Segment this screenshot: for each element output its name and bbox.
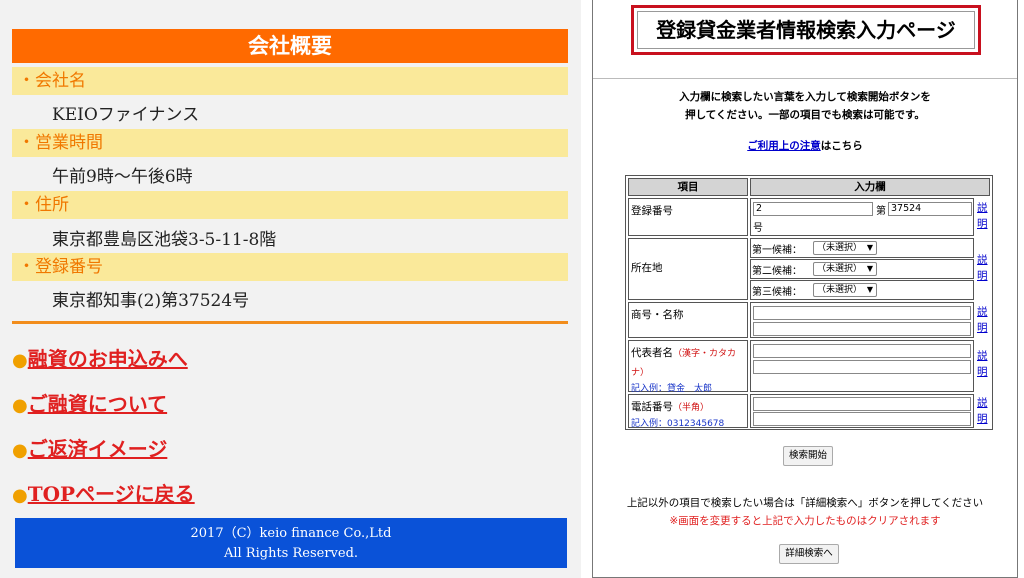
- address-choice-2-cell: 第二候補： （未選択） ▼: [750, 259, 974, 279]
- business-hours-label: ・営業時間: [12, 129, 568, 157]
- trade-explain-link[interactable]: 説明: [977, 304, 991, 336]
- reg-number-input-1[interactable]: 2: [753, 202, 873, 216]
- phone-input-2[interactable]: [753, 412, 971, 426]
- detail-search-note: 上記以外の項目で検索したい場合は「詳細検索へ」ボタンを押してください: [626, 497, 984, 509]
- reg-go-text: 号: [753, 223, 763, 234]
- page-title-frame: 登録貸金業者情報検索入力ページ: [631, 5, 981, 55]
- search-form-table: 項目 入力欄 登録番号 2 第 37524 号 説明 所在地 第一候補： （未選…: [625, 175, 993, 430]
- divider: [12, 321, 568, 324]
- phone-hint: （半角）: [673, 403, 710, 413]
- address-choice-1-cell: 第一候補： （未選択） ▼: [750, 238, 974, 258]
- representative-explain-link[interactable]: 説明: [977, 348, 991, 380]
- reg-dai-text: 第: [876, 206, 886, 217]
- chevron-down-icon: ▼: [866, 243, 873, 252]
- address-field-label: 所在地: [628, 238, 748, 300]
- address-value: 東京都豊島区池袋3-5-11-8階: [52, 230, 277, 250]
- lender-search-panel: 登録貸金業者情報検索入力ページ 入力欄に検索したい言葉を入力して検索開始ボタンを…: [592, 0, 1018, 578]
- search-instructions: 入力欄に検索したい言葉を入力して検索開始ボタンを 押してください。一部の項目でも…: [679, 91, 931, 121]
- loan-application-link[interactable]: ●融資のお申込みへ: [12, 343, 188, 372]
- address-choice-2-select[interactable]: （未選択） ▼: [813, 262, 877, 276]
- trade-name-input-2[interactable]: [753, 322, 971, 336]
- copyright-line: 2017（C）keio finance Co.,Ltd: [190, 526, 392, 541]
- business-hours-value: 午前9時〜午後6時: [52, 167, 193, 187]
- trade-name-label: 商号・名称: [628, 302, 748, 338]
- about-loan-link[interactable]: ●ご融資について: [12, 388, 167, 417]
- representative-label: 代表者名（漢字・カタカナ） 記入例：貸金 太郎: [628, 340, 748, 394]
- phone-input-1[interactable]: [753, 397, 971, 411]
- page-title: 登録貸金業者情報検索入力ページ: [637, 11, 975, 49]
- header-input: 入力欄: [750, 178, 990, 196]
- reg-number-cell: 2 第 37524 号: [750, 198, 974, 236]
- repayment-image-link[interactable]: ●ご返済イメージ: [12, 433, 167, 462]
- usage-notice: ご利用上の注意はこちら: [747, 140, 863, 152]
- address-explain-link[interactable]: 説明: [977, 252, 991, 284]
- bullet-icon: ●: [12, 485, 28, 506]
- company-overview-title: 会社概要: [12, 29, 568, 63]
- representative-input-1[interactable]: [753, 344, 971, 358]
- header-item: 項目: [628, 178, 748, 196]
- representative-input-2[interactable]: [753, 360, 971, 374]
- registration-number-label: ・登録番号: [12, 253, 568, 281]
- address-choice-3-cell: 第三候補： （未選択） ▼: [750, 280, 974, 300]
- phone-label: 電話番号（半角） 記入例：0312345678: [628, 394, 748, 429]
- reg-number-input-2[interactable]: 37524: [888, 202, 972, 216]
- trade-name-cell: [750, 302, 974, 338]
- clear-warning: ※画面を変更すると上記で入力したものはクリアされます: [669, 515, 941, 527]
- rights-line: All Rights Reserved.: [223, 546, 359, 561]
- representative-cell: [750, 340, 974, 392]
- bullet-icon: ●: [12, 395, 28, 416]
- company-name-value: KEIOファイナンス: [52, 105, 200, 125]
- search-start-button[interactable]: 検索開始: [783, 446, 833, 466]
- reg-number-label: 登録番号: [628, 198, 748, 236]
- address-choice-1-select[interactable]: （未選択） ▼: [813, 241, 877, 255]
- registration-number-value: 東京都知事(2)第37524号: [52, 291, 250, 311]
- address-choice-3-select[interactable]: （未選択） ▼: [813, 283, 877, 297]
- address-label: ・住所: [12, 191, 568, 219]
- bullet-icon: ●: [12, 440, 28, 461]
- phone-explain-link[interactable]: 説明: [977, 395, 991, 427]
- company-overview-panel: 会社概要 ・会社名 KEIOファイナンス ・営業時間 午前9時〜午後6時 ・住所…: [0, 0, 581, 578]
- usage-notice-link[interactable]: ご利用上の注意: [747, 140, 821, 152]
- phone-cell: [750, 394, 974, 428]
- chevron-down-icon: ▼: [866, 285, 873, 294]
- company-name-label: ・会社名: [12, 67, 568, 95]
- trade-name-input-1[interactable]: [753, 306, 971, 320]
- phone-example: 記入例：0312345678: [631, 419, 725, 429]
- reg-explain-link[interactable]: 説明: [977, 200, 991, 232]
- detail-search-button[interactable]: 詳細検索へ: [779, 544, 839, 564]
- bullet-icon: ●: [12, 350, 28, 371]
- copyright-footer: 2017（C）keio finance Co.,Ltd All Rights R…: [15, 518, 567, 568]
- divider: [593, 78, 1017, 79]
- back-to-top-link[interactable]: ●TOPページに戻る: [12, 478, 195, 507]
- chevron-down-icon: ▼: [866, 264, 873, 273]
